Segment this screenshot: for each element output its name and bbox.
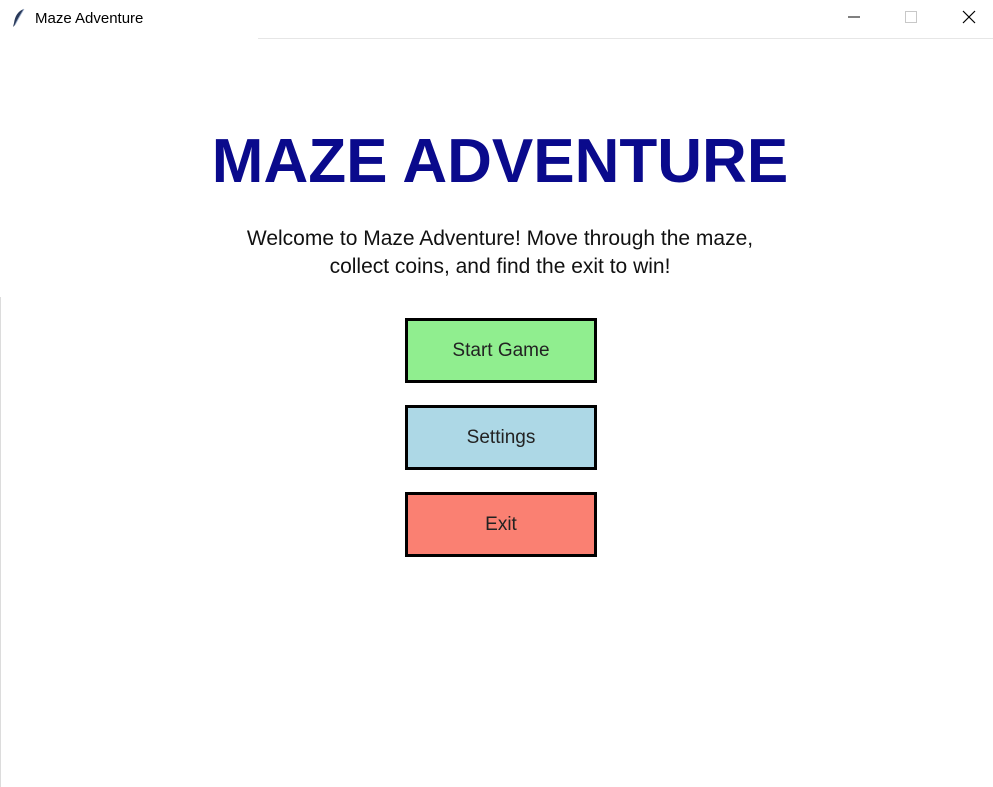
- welcome-text: Welcome to Maze Adventure! Move through …: [0, 225, 993, 281]
- welcome-text-line-2: collect coins, and find the exit to win!: [329, 255, 671, 278]
- window-edge: [0, 297, 1, 787]
- start-game-button[interactable]: Start Game: [405, 318, 597, 383]
- close-button[interactable]: [940, 0, 993, 38]
- maximize-button[interactable]: [882, 0, 940, 38]
- title-bar[interactable]: Maze Adventure: [0, 0, 993, 38]
- page-title: MAZE ADVENTURE: [211, 127, 789, 196]
- minimize-button[interactable]: [825, 0, 883, 38]
- window-title: Maze Adventure: [35, 10, 144, 27]
- feather-icon: [12, 8, 26, 28]
- title-bar-divider: [258, 38, 993, 39]
- settings-button[interactable]: Settings: [405, 405, 597, 470]
- welcome-text-line-1: Welcome to Maze Adventure! Move through …: [246, 227, 754, 250]
- exit-button[interactable]: Exit: [405, 492, 597, 557]
- app-window: Maze Adventure MAZE ADVENTURE Welcome to…: [0, 0, 993, 787]
- close-icon: [962, 10, 976, 29]
- minimize-icon: [848, 10, 860, 28]
- maximize-icon: [905, 10, 917, 28]
